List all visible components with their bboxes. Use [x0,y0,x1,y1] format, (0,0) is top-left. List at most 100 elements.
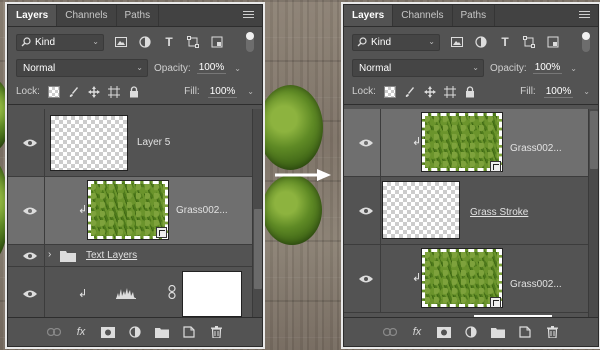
eye-icon[interactable] [358,138,374,148]
new-group-folder-icon[interactable] [155,325,169,339]
layer-name[interactable]: Layer 5 [137,137,170,148]
smart-object-filter-icon[interactable] [546,35,560,49]
link-layers-icon[interactable] [47,325,61,339]
panel-tab-bar: Layers Channels Paths [344,5,598,27]
eye-icon[interactable] [22,251,38,261]
filter-kind-dropdown[interactable]: Kind ⌄ [16,33,104,51]
chevron-down-icon[interactable]: ⌄ [247,87,254,96]
opacity-value[interactable]: 100% [532,62,563,74]
adjustment-filter-icon[interactable] [474,35,488,49]
layer-style-fx-icon[interactable]: fx [74,325,88,339]
layer-thumbnail [50,115,128,171]
lock-move-icon[interactable] [423,85,436,98]
fill-value[interactable]: 100% [207,86,238,98]
opacity-value[interactable]: 100% [196,62,227,74]
lock-all-icon[interactable] [128,85,140,98]
blend-mode-value: Normal [23,62,56,74]
eye-icon[interactable] [358,206,374,216]
lock-brush-icon[interactable] [404,86,416,98]
layer-row-layer-5[interactable]: Layer 5 [8,109,252,177]
filter-toggle-switch[interactable] [582,32,590,52]
link-chain-icon[interactable] [168,285,176,299]
lock-move-icon[interactable] [87,85,100,98]
panel-tab-bar: Layers Channels Paths [8,5,262,27]
layer-name[interactable]: Grass002... [176,205,228,216]
blend-row: Normal ⌄ Opacity: 100% ⌄ [344,57,598,79]
eye-icon[interactable] [22,289,38,299]
moss-blob-center-lower [262,175,322,245]
filter-kind-dropdown[interactable]: Kind ⌄ [352,33,440,51]
filter-kind-label: Kind [35,36,56,48]
new-layer-icon[interactable] [182,325,196,339]
layer-name[interactable]: Grass002... [510,143,562,154]
new-group-folder-icon[interactable] [491,325,505,339]
chevron-down-icon[interactable]: ⌄ [570,64,577,73]
new-adjustment-layer-icon[interactable] [464,325,478,339]
layer-name[interactable]: Grass Stroke [470,207,528,218]
layer-row-adjustment[interactable]: ↲ [8,267,252,319]
link-layers-icon[interactable] [383,325,397,339]
layer-name[interactable]: Grass002... [510,279,562,290]
tab-channels[interactable]: Channels [393,5,453,26]
eye-icon[interactable] [22,138,38,148]
shape-filter-icon[interactable] [522,35,536,49]
layers-list: Layer 5 ↲ Grass002... › Text Layers ↲ [8,109,262,319]
eye-icon[interactable] [358,274,374,284]
lock-transparent-pixels-icon[interactable] [383,85,396,98]
add-mask-icon[interactable] [101,325,115,339]
layer-row-grass[interactable]: ↲ Grass002... [344,109,588,177]
smart-object-badge-icon [156,227,167,238]
tab-layers[interactable]: Layers [8,5,58,26]
layer-style-fx-icon[interactable]: fx [410,325,424,339]
chevron-down-icon[interactable]: ⌄ [583,87,590,96]
clipping-arrow-icon: ↲ [412,136,422,148]
filter-toggle-switch[interactable] [246,32,254,52]
chevron-right-icon[interactable]: › [48,249,51,260]
layer-row-text-layers-group[interactable]: › Text Layers [8,245,252,267]
levels-adjustment-icon [116,288,136,299]
lock-brush-icon[interactable] [68,86,80,98]
lock-transparent-pixels-icon[interactable] [47,85,60,98]
blend-mode-dropdown[interactable]: Normal ⌄ [16,59,148,77]
delete-layer-trash-icon[interactable] [209,325,223,339]
type-filter-icon[interactable]: T [162,35,176,49]
search-icon [357,37,367,47]
layers-list: ↲ Grass002... Grass Stroke ↲ Grass002... [344,109,598,323]
blend-mode-value: Normal [359,62,392,74]
tab-channels[interactable]: Channels [57,5,117,26]
blend-mode-dropdown[interactable]: Normal ⌄ [352,59,484,77]
panel-menu-icon[interactable] [579,11,590,20]
panel-menu-icon[interactable] [243,11,254,20]
adjustment-filter-icon[interactable] [138,35,152,49]
add-mask-icon[interactable] [437,325,451,339]
layer-name[interactable]: Text Layers [86,250,137,261]
image-filter-icon[interactable] [450,35,464,49]
chevron-down-icon[interactable]: ⌄ [234,64,241,73]
filter-row: Kind ⌄ T [344,27,598,57]
layers-scrollbar[interactable] [252,109,262,317]
scrollbar-thumb[interactable] [590,111,598,169]
image-filter-icon[interactable] [114,35,128,49]
lock-artboard-icon[interactable] [107,85,120,98]
filter-kind-label: Kind [371,36,392,48]
tab-paths[interactable]: Paths [117,5,160,26]
scrollbar-thumb[interactable] [254,209,262,289]
layers-scrollbar[interactable] [588,109,598,317]
layer-row-grass-stroke[interactable]: Grass Stroke [344,177,588,245]
tab-paths[interactable]: Paths [453,5,496,26]
layer-row-grass-2[interactable]: ↲ Grass002... [344,245,588,313]
fill-value[interactable]: 100% [543,86,574,98]
lock-all-icon[interactable] [464,85,476,98]
layer-row-grass[interactable]: ↲ Grass002... [8,177,252,245]
tab-layers[interactable]: Layers [344,5,394,26]
lock-artboard-icon[interactable] [443,85,456,98]
delete-layer-trash-icon[interactable] [545,325,559,339]
eye-icon[interactable] [22,206,38,216]
type-filter-icon[interactable]: T [498,35,512,49]
smart-object-filter-icon[interactable] [210,35,224,49]
lock-label: Lock: [16,86,40,97]
layer-mask-thumbnail[interactable] [182,271,242,317]
shape-filter-icon[interactable] [186,35,200,49]
new-adjustment-layer-icon[interactable] [128,325,142,339]
new-layer-icon[interactable] [518,325,532,339]
